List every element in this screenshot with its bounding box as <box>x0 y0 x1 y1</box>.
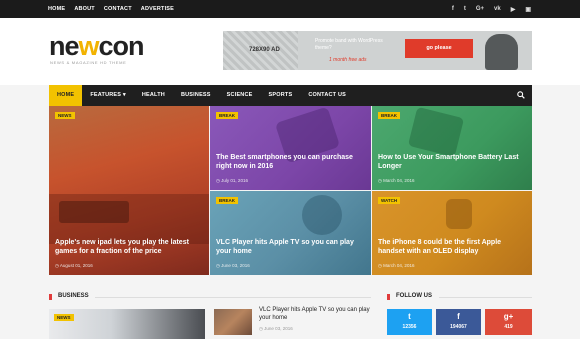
facebook-icon: f <box>457 312 460 321</box>
google-plus-icon: g+ <box>503 312 514 321</box>
tile-date: ◷ August 01, 2016 <box>55 263 93 268</box>
featured-grid: NEWS Apple's new ipad lets you play the … <box>49 106 532 275</box>
google-plus-icon[interactable]: G+ <box>476 6 484 12</box>
top-nav-contact[interactable]: CONTACT <box>104 6 132 12</box>
article-title[interactable]: VLC Player hits Apple TV so you can play… <box>259 306 379 322</box>
twitter-icon[interactable]: t <box>464 6 466 12</box>
tile-badge: BREAK <box>216 197 239 204</box>
tile-image-phone <box>407 106 465 158</box>
ad-promo-text: Promote band with WordPress theme? <box>315 38 383 51</box>
nav-contact-us[interactable]: CONTACT US <box>300 85 354 106</box>
tile-image-tram <box>59 201 129 223</box>
follow-count: 194067 <box>450 324 467 330</box>
nav-science[interactable]: SCIENCE <box>219 85 261 106</box>
tile-title[interactable]: The Best smartphones you can purchase ri… <box>216 153 366 172</box>
follow-section-header: FOLLOW US <box>387 292 532 302</box>
top-nav-about[interactable]: ABOUT <box>74 6 95 12</box>
ad-size-label: 728X90 AD <box>249 47 280 53</box>
tile-date: ◷ March 04, 2016 <box>378 263 415 268</box>
ad-price-text: 1 month free ads <box>329 57 367 63</box>
logo-part-w: w <box>78 31 100 61</box>
section-bar <box>49 294 52 300</box>
tile-date: ◷ June 03, 2016 <box>216 263 250 268</box>
tile-title[interactable]: VLC Player hits Apple TV so you can play… <box>216 238 366 257</box>
tile-date: ◷ July 01, 2016 <box>216 178 248 183</box>
header-ad-banner[interactable]: 728X90 AD Promote band with WordPress th… <box>223 31 532 70</box>
section-divider <box>95 297 371 298</box>
tile-title[interactable]: How to Use Your Smartphone Battery Last … <box>378 153 528 172</box>
featured-tile-smartphones[interactable]: BREAK The Best smartphones you can purch… <box>210 106 371 190</box>
ad-button[interactable]: go please <box>405 39 473 58</box>
nav-business[interactable]: BUSINESS <box>173 85 219 106</box>
nav-features[interactable]: FEATURES ▾ <box>82 85 134 106</box>
tile-date: ◷ March 04, 2016 <box>378 178 415 183</box>
tile-image-watch <box>446 199 472 229</box>
tile-badge: WATCH <box>378 197 401 204</box>
featured-tile-ipad[interactable]: NEWS Apple's new ipad lets you play the … <box>49 106 209 275</box>
top-nav-advertise[interactable]: ADVERTISE <box>141 6 174 12</box>
top-nav-home[interactable]: HOME <box>48 6 65 12</box>
tile-badge: BREAK <box>216 112 239 119</box>
featured-tile-battery[interactable]: BREAK How to Use Your Smartphone Battery… <box>372 106 532 190</box>
main-nav: HOME FEATURES ▾ HEALTH BUSINESS SCIENCE … <box>49 85 532 106</box>
tile-badge: BREAK <box>378 112 401 119</box>
featured-tile-iphone8[interactable]: WATCH The iPhone 8 could be the first Ap… <box>372 191 532 275</box>
article-thumbnail[interactable] <box>214 309 252 335</box>
tile-title[interactable]: The iPhone 8 could be the first Apple ha… <box>378 238 528 257</box>
site-header: newcon NEWS & MAGAZINE HD THEME 728X90 A… <box>0 18 580 85</box>
article-date: ◷ June 03, 2016 <box>259 326 293 331</box>
section-bar <box>387 294 390 300</box>
section-title: FOLLOW US <box>396 293 432 299</box>
site-tagline: NEWS & MAGAZINE HD THEME <box>50 60 127 65</box>
follow-google-plus[interactable]: g+ 419 <box>485 309 532 335</box>
nav-health[interactable]: HEALTH <box>134 85 173 106</box>
logo-part-con: con <box>98 31 145 61</box>
tile-image-shoe <box>302 195 342 235</box>
social-links: f t G+ vk ▶ ▣ <box>452 0 531 18</box>
tile-badge: NEWS <box>55 112 75 119</box>
section-divider <box>439 297 532 298</box>
featured-tile-vlc[interactable]: BREAK VLC Player hits Apple TV so you ca… <box>210 191 371 275</box>
nav-sports[interactable]: SPORTS <box>261 85 301 106</box>
facebook-icon[interactable]: f <box>452 6 454 12</box>
top-nav: HOME ABOUT CONTACT ADVERTISE <box>48 0 174 18</box>
nav-home[interactable]: HOME <box>49 85 83 106</box>
site-logo[interactable]: newcon <box>49 31 145 61</box>
vk-icon[interactable]: vk <box>494 6 501 12</box>
twitter-icon: t <box>408 312 411 321</box>
logo-part-ne: ne <box>49 31 79 61</box>
section-title: BUSINESS <box>58 293 89 299</box>
instagram-icon[interactable]: ▣ <box>525 6 531 13</box>
business-section-header: BUSINESS <box>49 292 371 302</box>
follow-twitter[interactable]: t 12356 <box>387 309 432 335</box>
search-icon[interactable] <box>517 91 525 99</box>
top-bar: HOME ABOUT CONTACT ADVERTISE f t G+ vk ▶… <box>0 0 580 18</box>
follow-count: 12356 <box>402 324 417 330</box>
follow-facebook[interactable]: f 194067 <box>436 309 481 335</box>
tile-title[interactable]: Apple's new ipad lets you play the lates… <box>55 238 203 257</box>
youtube-icon[interactable]: ▶ <box>511 6 516 13</box>
follow-count: 419 <box>504 324 513 330</box>
card-badge: NEWS <box>54 314 74 321</box>
ad-hoodie-image <box>485 34 518 70</box>
